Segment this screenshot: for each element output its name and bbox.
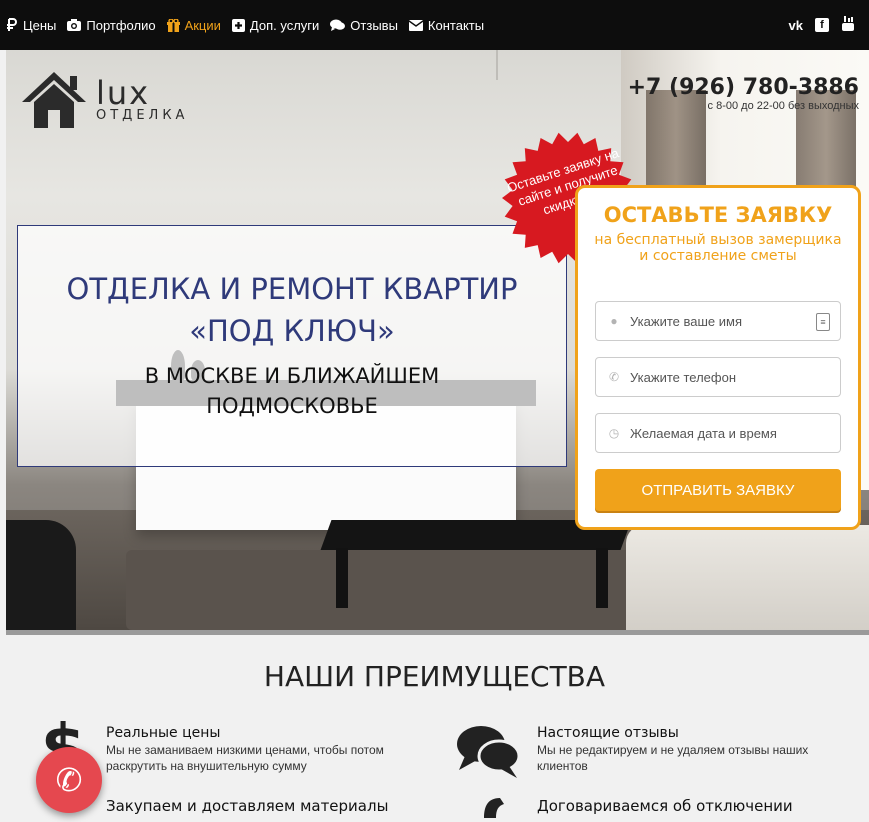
advantage-item: Настоящие отзывы Мы не редактируем и не … — [537, 724, 857, 774]
advantage-title: Реальные цены — [106, 725, 221, 741]
name-input[interactable]: ● Укажите ваше имя ≡ — [595, 301, 841, 341]
submit-request-button[interactable]: ОТПРАВИТЬ ЗАЯВКУ — [595, 469, 841, 511]
chat-bubbles-icon — [455, 722, 521, 784]
gift-icon — [166, 18, 180, 32]
datetime-input[interactable]: ◷ Желаемая дата и время — [595, 413, 841, 453]
camera-icon — [67, 19, 82, 31]
nav-item-prices[interactable]: Цены — [6, 18, 56, 33]
datetime-placeholder: Желаемая дата и время — [630, 425, 777, 441]
advantage-text: Мы не редактируем и не удаляем отзывы на… — [537, 743, 809, 773]
hero-subtitle: В МОСКВЕ И БЛИЖАЙШЕМ — [144, 364, 440, 388]
advantage-title: Договариваемся об отключении — [537, 797, 793, 815]
top-navigation-bar: Цены Портфолио Акции Доп. услуги Отзывы — [0, 0, 869, 50]
nav-item-promotions[interactable]: Акции — [166, 18, 221, 33]
user-icon: ● — [610, 314, 618, 328]
comments-icon — [330, 19, 346, 31]
request-form: ОСТАВЬТЕ ЗАЯВКУ на бесплатный вызов заме… — [575, 185, 861, 530]
clock-icon: ◷ — [608, 426, 620, 440]
logo-name: lux — [96, 73, 151, 112]
advantage-text: Мы не заманиваем низкими ценами, чтобы п… — [106, 743, 384, 773]
logo-text: lux ОТДЕЛКА — [96, 73, 189, 123]
advantage-item: Закупаем и доставляем материалы — [106, 797, 446, 815]
advantage-title: Закупаем и доставляем материалы — [106, 797, 389, 815]
hero-section: lux ОТДЕЛКА +7 (926) 780-3886 с 8-00 до … — [6, 50, 869, 630]
nav-item-reviews[interactable]: Отзывы — [330, 18, 398, 33]
advantage-title: Настоящие отзывы — [537, 725, 679, 741]
nav-item-extra-services[interactable]: Доп. услуги — [231, 18, 319, 33]
envelope-icon — [408, 19, 423, 31]
hero-headline-box: ОТДЕЛКА И РЕМОНТ КВАРТИР «ПОД КЛЮЧ» В МО… — [17, 225, 567, 467]
advantage-item: Реальные цены Мы не заманиваем низкими ц… — [106, 724, 426, 774]
form-title: ОСТАВЬТЕ ЗАЯВКУ — [603, 203, 833, 227]
logo-subtitle: ОТДЕЛКА — [96, 107, 189, 123]
sofa — [626, 525, 869, 630]
advantage-item: Договариваемся об отключении — [537, 797, 857, 815]
phone-icon: ✆ — [55, 761, 83, 799]
advantages-title: НАШИ ПРЕИМУЩЕСТВА — [263, 660, 606, 693]
table-leg — [336, 548, 348, 608]
phone-input[interactable]: ✆ Укажите телефон — [595, 357, 841, 397]
name-placeholder: Укажите ваше имя — [630, 313, 742, 329]
nav-item-portfolio[interactable]: Портфолио — [67, 18, 156, 33]
nav-menu: Цены Портфолио Акции Доп. услуги Отзывы — [6, 0, 495, 50]
hero-subtitle-2: ПОДМОСКОВЬЕ — [206, 394, 378, 418]
social-links: vk f — [777, 0, 855, 50]
table-leg — [596, 548, 608, 608]
plus-square-icon — [231, 18, 245, 32]
house-icon — [22, 72, 86, 128]
phone-number[interactable]: +7 (926) 780-3886 — [628, 76, 859, 100]
youtube-icon[interactable] — [841, 15, 855, 35]
facebook-icon[interactable]: f — [815, 18, 829, 32]
contact-phone: +7 (926) 780-3886 с 8-00 до 22-00 без вы… — [628, 76, 859, 113]
vk-icon[interactable]: vk — [789, 18, 803, 33]
hero-title-accent: «ПОД КЛЮЧ» — [189, 314, 395, 348]
phone-handset-icon — [480, 796, 520, 822]
site-logo[interactable]: lux ОТДЕЛКА — [20, 70, 188, 130]
phone-placeholder: Укажите телефон — [630, 369, 737, 385]
phone-icon: ✆ — [608, 370, 620, 384]
section-divider — [6, 630, 869, 635]
working-hours: с 8-00 до 22-00 без выходных — [707, 100, 859, 112]
nav-item-contacts[interactable]: Контакты — [408, 18, 484, 33]
ruble-icon — [6, 18, 18, 32]
form-subtitle: на бесплатный вызов замерщика и составле… — [594, 232, 842, 264]
armchair — [6, 520, 76, 630]
callback-button[interactable]: ✆ — [36, 747, 102, 813]
ceiling-lamp — [496, 50, 498, 80]
contact-card-icon: ≡ — [816, 313, 830, 331]
hero-title: ОТДЕЛКА И РЕМОНТ КВАРТИР — [66, 272, 518, 306]
